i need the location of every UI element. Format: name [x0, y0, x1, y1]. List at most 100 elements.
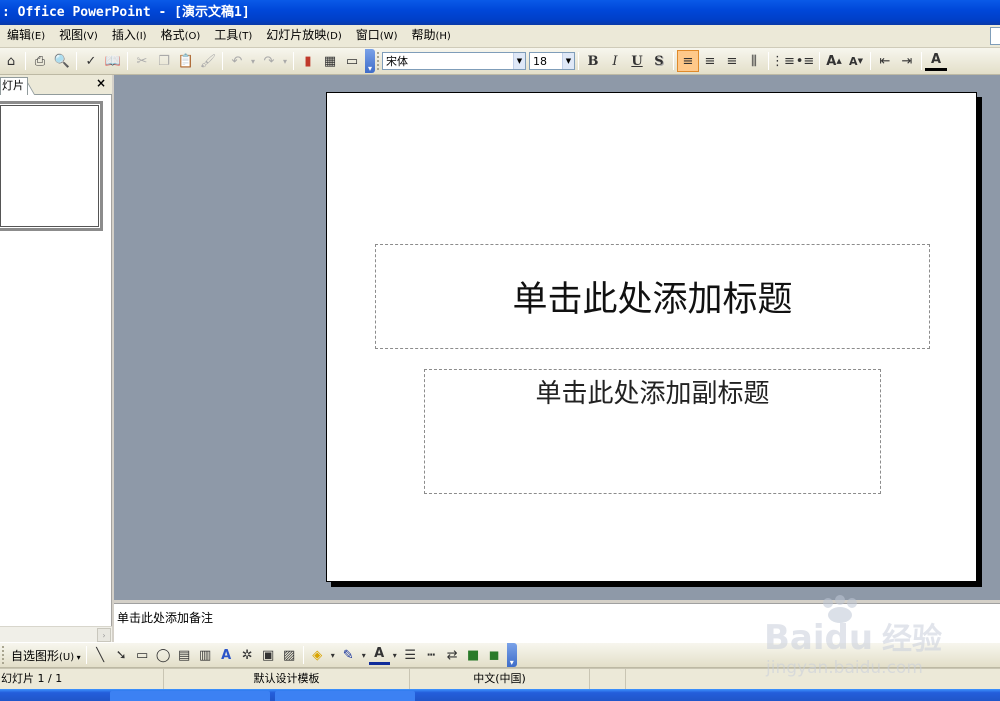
insert-table-icon[interactable]: ▦	[319, 50, 341, 72]
rectangle-icon[interactable]: ▭	[132, 644, 153, 666]
underline-button[interactable]: U	[626, 50, 648, 72]
menu-bar: 编辑(E) 视图(V) 插入(I) 格式(O) 工具(T) 幻灯片放映(D) 窗…	[0, 25, 1000, 48]
redo-dropdown-icon[interactable]: ▾	[280, 50, 290, 72]
spelling-icon[interactable]: ✓	[80, 50, 102, 72]
increase-indent-icon[interactable]: ⇥	[896, 50, 918, 72]
distribute-icon[interactable]: ⫼	[743, 50, 765, 72]
font-name-select[interactable]: 宋体 ▼	[382, 52, 526, 70]
line-style-icon[interactable]: ☰	[400, 644, 421, 666]
toolbar-options-icon[interactable]: ▾	[365, 49, 375, 73]
help-search-input[interactable]	[990, 27, 1000, 45]
chevron-down-icon[interactable]: ▼	[562, 53, 574, 69]
taskbar	[0, 689, 1000, 701]
oval-icon[interactable]: ◯	[153, 644, 174, 666]
taskbar-button[interactable]	[110, 691, 270, 701]
toolbar-grip[interactable]	[2, 646, 5, 664]
align-right-icon[interactable]: ≡	[721, 50, 743, 72]
menu-help[interactable]: 帮助(H)	[404, 25, 457, 47]
menu-edit[interactable]: 编辑(E)	[0, 25, 52, 47]
horizontal-scrollbar[interactable]: ›	[0, 626, 112, 642]
font-color-button[interactable]: A	[925, 51, 947, 71]
print-icon[interactable]: ⎙	[29, 50, 51, 72]
toolbar-options-icon[interactable]: ▾	[506, 643, 517, 667]
format-painter-icon[interactable]: 🖌	[197, 50, 219, 72]
menu-tools-accel: (T)	[238, 31, 253, 42]
align-center-icon[interactable]: ≡	[699, 50, 721, 72]
font-size-value: 18	[533, 54, 547, 68]
slide-canvas[interactable]: 单击此处添加标题 单击此处添加副标题	[326, 92, 977, 582]
new-slide-icon[interactable]: ▭	[341, 50, 363, 72]
menu-tools[interactable]: 工具(T)	[207, 25, 259, 47]
line-color-icon[interactable]: ✎	[338, 644, 359, 666]
print-preview-icon[interactable]: 🔍	[51, 50, 73, 72]
autoshapes-menu[interactable]: 自选图形(U) ▾	[7, 647, 83, 664]
menu-view[interactable]: 视图(V)	[52, 25, 105, 47]
menu-help-accel: (H)	[435, 31, 451, 42]
status-slide-info: 幻灯片 1 / 1	[0, 669, 164, 690]
menu-edit-accel: (E)	[31, 31, 46, 42]
fill-color-icon[interactable]: ◈	[307, 644, 328, 666]
3d-style-icon[interactable]: ◼	[484, 644, 505, 666]
font-color-dropdown-icon[interactable]: ▾	[390, 644, 400, 666]
chevron-down-icon[interactable]: ▼	[513, 53, 525, 69]
notes-pane[interactable]: 单击此处添加备注	[114, 604, 1000, 642]
undo-dropdown-icon[interactable]: ▾	[248, 50, 258, 72]
decrease-indent-icon[interactable]: ⇤	[874, 50, 896, 72]
increase-font-icon[interactable]: A ▲	[823, 50, 845, 72]
scroll-right-icon[interactable]: ›	[97, 628, 111, 642]
title-bar: : Office PowerPoint - [演示文稿1]	[0, 0, 1000, 25]
research-icon[interactable]: 📖	[102, 50, 124, 72]
line-color-dropdown-icon[interactable]: ▾	[359, 644, 369, 666]
shadow-button[interactable]: S	[648, 50, 670, 72]
status-empty-cell	[590, 669, 626, 690]
font-name-value: 宋体	[386, 55, 408, 68]
open-icon[interactable]: ⌂	[0, 50, 22, 72]
arrow-icon[interactable]: ➘	[111, 644, 132, 666]
slides-panel-tabs: 灯片 ×	[0, 75, 112, 95]
wordart-icon[interactable]: A	[216, 644, 237, 666]
taskbar-button[interactable]	[275, 691, 415, 701]
cut-icon[interactable]: ✂	[131, 50, 153, 72]
slides-panel: 灯片 × ›	[0, 75, 112, 642]
clipart-icon[interactable]: ▣	[258, 644, 279, 666]
menu-format[interactable]: 格式(O)	[154, 25, 208, 47]
close-icon[interactable]: ×	[96, 76, 106, 90]
window-title: : Office PowerPoint - [演示文稿1]	[2, 5, 250, 20]
drawing-toolbar: 自选图形(U) ▾ ╲ ➘ ▭ ◯ ▤ ▥ A ✲ ▣ ▨ ◈ ▾ ✎ ▾ A …	[0, 642, 1000, 668]
redo-icon[interactable]: ↷	[258, 50, 280, 72]
font-size-select[interactable]: 18 ▼	[529, 52, 575, 70]
copy-icon[interactable]: ❐	[153, 50, 175, 72]
menu-slideshow[interactable]: 幻灯片放映(D)	[259, 25, 349, 47]
toolbar-grip[interactable]	[377, 52, 380, 70]
slide-thumbnail[interactable]	[0, 101, 103, 231]
bullets-icon[interactable]: •≡	[794, 50, 816, 72]
vertical-textbox-icon[interactable]: ▥	[195, 644, 216, 666]
numbering-icon[interactable]: ⋮≡	[771, 50, 795, 72]
align-left-icon[interactable]: ≡	[677, 50, 699, 72]
decrease-font-icon[interactable]: A ▼	[845, 50, 867, 72]
font-color-draw-icon[interactable]: A	[368, 645, 390, 665]
title-placeholder[interactable]: 单击此处添加标题	[375, 244, 930, 349]
textbox-icon[interactable]: ▤	[174, 644, 195, 666]
shadow-style-icon[interactable]: ■	[463, 644, 484, 666]
picture-icon[interactable]: ▨	[279, 644, 300, 666]
menu-view-label: 视图	[59, 28, 84, 42]
insert-chart-icon[interactable]: ▮	[297, 50, 319, 72]
dash-style-icon[interactable]: ┅	[421, 644, 442, 666]
fill-color-dropdown-icon[interactable]: ▾	[328, 644, 338, 666]
undo-icon[interactable]: ↶	[226, 50, 248, 72]
paste-icon[interactable]: 📋	[175, 50, 197, 72]
tab-slides[interactable]: 灯片	[0, 77, 28, 95]
menu-format-accel: (O)	[184, 31, 201, 42]
toolbar-separator	[921, 52, 922, 70]
bold-button[interactable]: B	[582, 50, 604, 72]
arrow-style-icon[interactable]: ⇄	[442, 644, 463, 666]
menu-insert[interactable]: 插入(I)	[105, 25, 154, 47]
subtitle-placeholder[interactable]: 单击此处添加副标题	[424, 369, 881, 494]
italic-button[interactable]: I	[604, 50, 626, 72]
toolbar-separator	[768, 52, 769, 70]
line-icon[interactable]: ╲	[90, 644, 111, 666]
title-placeholder-text: 单击此处添加标题	[512, 280, 793, 320]
diagram-icon[interactable]: ✲	[237, 644, 258, 666]
menu-window[interactable]: 窗口(W)	[349, 25, 405, 47]
